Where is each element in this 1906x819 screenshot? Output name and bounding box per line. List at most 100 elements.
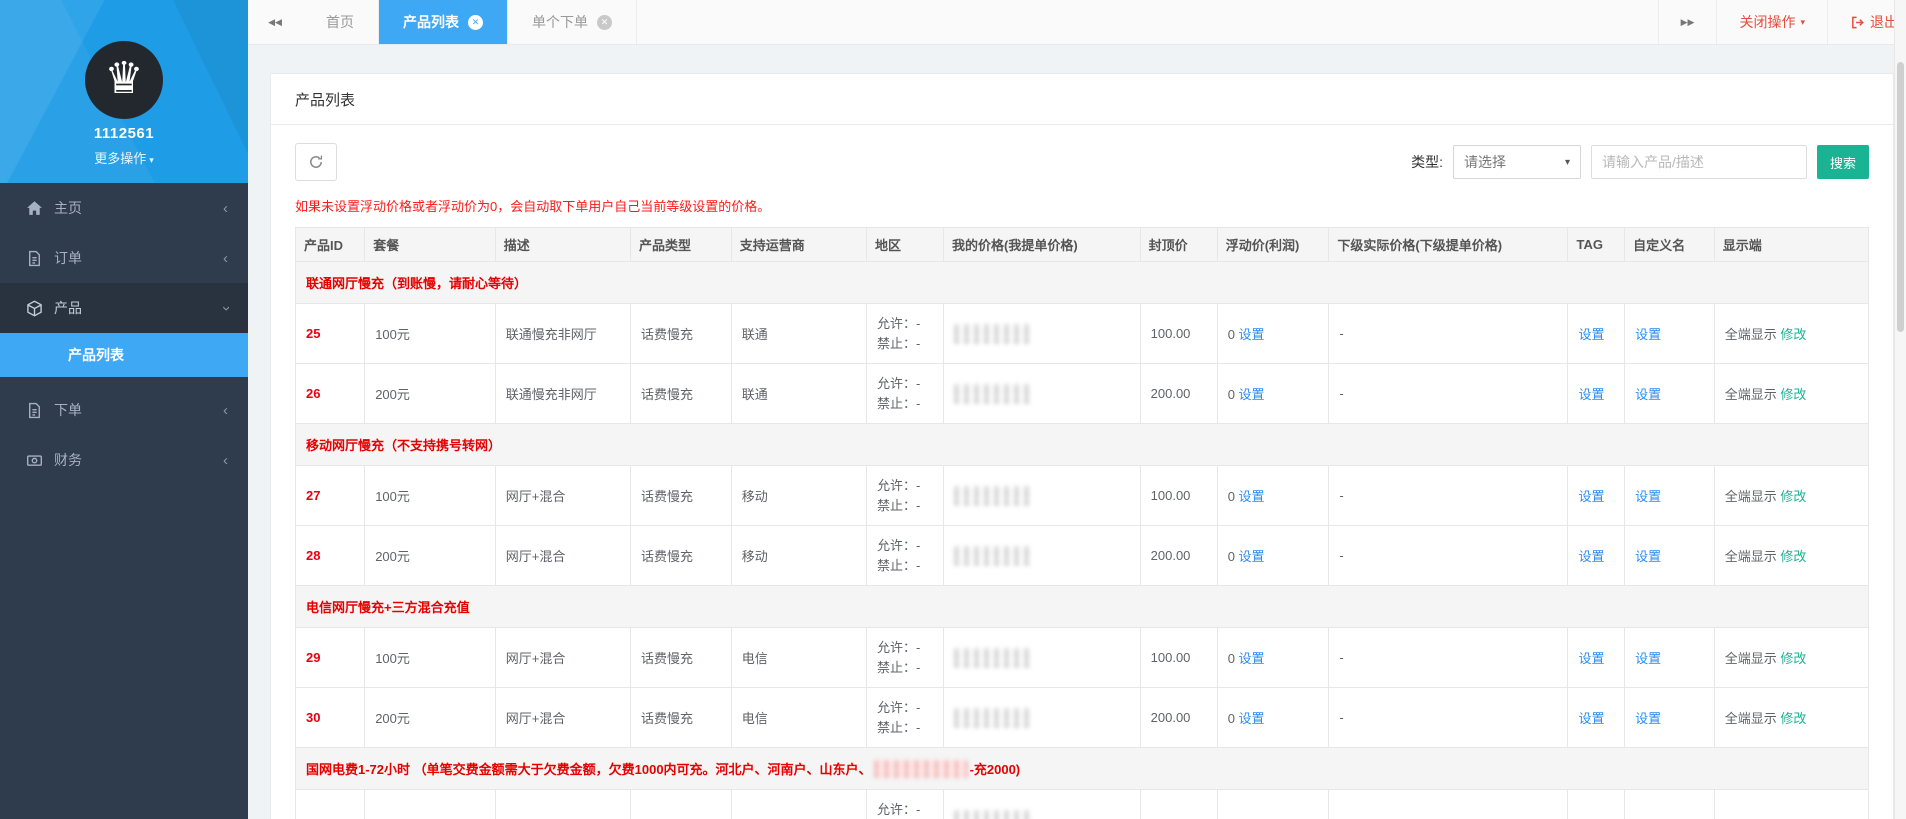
place-order-icon [26,402,43,419]
my-price-cell [943,525,1141,586]
tag-cell: 设置 [1567,363,1626,424]
column-header: 产品类型 [630,227,732,262]
scroll-tabs-right-icon[interactable]: ▶▶ [1657,0,1717,44]
tag-set-link[interactable]: 设置 [1578,651,1604,666]
modify-link[interactable]: 修改 [1780,489,1806,504]
caret-down-icon: ▾ [1800,16,1805,27]
region-cell: 允许：-禁止：- [865,525,945,586]
package-cell [364,789,496,819]
custom-name-set-link[interactable]: 设置 [1635,711,1661,726]
content-area: 产品列表 类型: 请选择 ▾ 搜索 [248,45,1906,819]
custom-name-set-link[interactable]: 设置 [1635,651,1661,666]
close-tab-icon[interactable]: ✕ [468,14,483,30]
float-set-link[interactable]: 设置 [1239,651,1265,666]
package-cell: 200元 [364,687,496,748]
modify-link[interactable]: 修改 [1780,387,1806,402]
chevron-left-icon: ‹ [223,401,228,419]
toolbar: 类型: 请选择 ▾ 搜索 [295,143,1869,181]
censored-price [954,485,1033,506]
sidebar-item-product-list[interactable]: 产品列表 [0,333,248,377]
product-type-cell: 话费慢充 [630,687,732,748]
submenu: 产品列表 [0,333,248,377]
column-header: 下级实际价格(下级提单价格) [1328,227,1569,262]
modify-link[interactable]: 修改 [1780,327,1806,342]
tab-product-list[interactable]: 产品列表 ✕ [379,0,508,44]
main-area: ◀◀ 首页 产品列表 ✕ 单个下单 ✕ ▶▶ 关闭操作 ▾ 退出 产品列表 类型… [248,0,1906,819]
product-type-cell: 话费慢充 [630,363,732,424]
region-cell: 允许：-禁止：- [865,789,945,819]
float-set-link[interactable]: 设置 [1239,327,1265,342]
search-input[interactable] [1591,145,1807,179]
float-set-link[interactable]: 设置 [1239,549,1265,564]
float-set-link[interactable]: 设置 [1239,489,1265,504]
refresh-button[interactable] [295,143,337,181]
custom-name-cell: 设置 [1624,465,1715,526]
product-id-cell: 30 [294,687,366,748]
column-header: 我的价格(我提单价格) [943,227,1141,262]
tag-set-link[interactable]: 设置 [1578,489,1604,504]
tag-set-link[interactable]: 设置 [1578,387,1604,402]
product-id-cell: 27 [294,465,366,526]
column-header: 产品ID [294,227,366,262]
float-set-link[interactable]: 设置 [1239,387,1265,402]
sidebar-item-finance[interactable]: 财务 ‹ [0,435,248,485]
modify-link[interactable]: 修改 [1780,651,1806,666]
user-id: 1112561 [93,125,155,142]
custom-name-set-link[interactable]: 设置 [1635,327,1661,342]
product-table: 产品ID 套餐 描述 产品类型 支持运营商 地区 我的价格(我提单价格) 封顶价 浮动价(利润)… [294,227,1870,819]
scrollbar[interactable] [1894,0,1906,819]
carrier-cell: 电信 [730,627,867,688]
tag-cell: 设置 [1567,303,1626,364]
search-button[interactable]: 搜索 [1817,145,1869,179]
sidebar-item-label: 产品 [54,300,82,316]
carrier-cell: 移动 [730,525,867,586]
type-select[interactable]: 请选择 ▾ [1453,145,1581,179]
custom-name-set-link[interactable]: 设置 [1635,489,1661,504]
sub-price-cell: - [1328,465,1569,526]
tag-set-link[interactable]: 设置 [1578,549,1604,564]
my-price-cell [943,303,1141,364]
float-set-link[interactable]: 设置 [1239,711,1265,726]
modify-link[interactable]: 修改 [1780,711,1806,726]
type-filter-label: 类型: [1411,154,1443,170]
censored-price [954,809,1033,819]
tab-single-order[interactable]: 单个下单 ✕ [508,0,637,44]
group-header-cell: 电信网厅慢充+三方混合充值 [295,585,1869,628]
custom-name-cell: 设置 [1624,525,1715,586]
group-header-row: 联通网厅慢充（到账慢，请耐心等待） [295,261,1869,304]
sidebar-item-home[interactable]: 主页 ‹ [0,183,248,233]
sidebar-item-place-order[interactable]: 下单 ‹ [0,385,248,435]
custom-name-set-link[interactable]: 设置 [1635,387,1661,402]
sidebar-item-orders[interactable]: 订单 ‹ [0,233,248,283]
scroll-tabs-left-icon[interactable]: ◀◀ [248,0,302,44]
more-actions-dropdown[interactable]: 更多操作 ▾ [0,148,248,167]
modify-link[interactable]: 修改 [1780,549,1806,564]
filter-controls: 类型: 请选择 ▾ 搜索 [1411,145,1869,179]
close-tab-icon[interactable]: ✕ [597,14,612,30]
description-cell [494,789,632,819]
sub-price-cell: - [1328,687,1569,748]
product-id-cell: 25 [294,303,366,364]
custom-name-cell: 设置 [1624,687,1715,748]
tag-set-link[interactable]: 设置 [1578,711,1604,726]
my-price-cell [943,465,1141,526]
region-cell: 允许：-禁止：- [865,465,945,526]
custom-name-set-link[interactable]: 设置 [1635,549,1661,564]
product-row: 30 200元 网厅+混合 话费慢充 电信 允许：- 禁止：- 200.00 0 设置 - 设置 设置… [294,687,1870,748]
my-price-cell [943,789,1141,819]
sub-price-cell: - [1328,363,1569,424]
cap-price-cell: 100.00 [1139,465,1218,526]
product-type-cell: 话费慢充 [630,627,732,688]
order-icon [26,250,43,267]
carrier-cell: 联通 [730,363,867,424]
sub-price-cell: - [1328,627,1569,688]
tag-set-link[interactable]: 设置 [1578,327,1604,342]
group-header-cell: 国网电费1-72小时 （单笔交费金额需大于欠费金额，欠费1000内可充。河北户、… [295,747,1869,790]
tab-home[interactable]: 首页 [302,0,379,44]
close-actions-dropdown[interactable]: 关闭操作 ▾ [1716,0,1827,44]
description-cell: 网厅+混合 [494,525,632,586]
sidebar-item-products[interactable]: 产品 ‹ [0,283,248,333]
description-cell: 联通慢充非网厅 [494,363,632,424]
crown-logo-icon: ♛ [85,41,163,119]
scrollbar-thumb[interactable] [1897,62,1904,332]
